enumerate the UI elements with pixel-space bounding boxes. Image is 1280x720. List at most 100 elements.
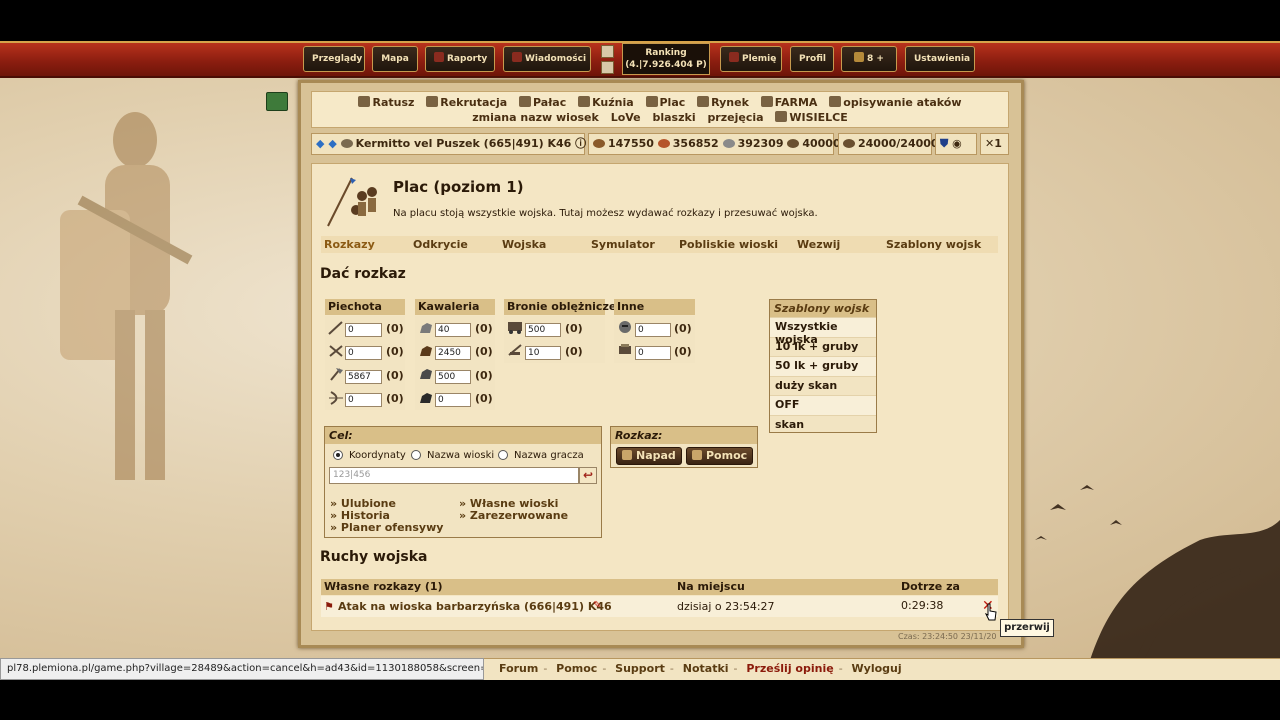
tab-rozkazy[interactable]: Rozkazy [324,238,375,251]
quick-przejecia[interactable]: przejęcia [707,111,763,124]
ram-available[interactable]: (0) [565,322,583,335]
incoming-attacks-bar[interactable]: ✕1 [980,133,1009,155]
support-button[interactable]: Pomoc [686,447,754,465]
template-item[interactable]: 50 lk + gruby [770,356,876,376]
link-offensive-planner[interactable]: » Planer ofensywy [330,521,443,534]
sword-available[interactable]: (0) [386,345,404,358]
footer-link-forum[interactable]: Forum [499,662,538,675]
info-icon[interactable]: ⓘ [575,137,586,150]
nav-przeglady-button[interactable]: Przeglądy [303,46,365,72]
paladin-input[interactable]: 0 [635,323,671,337]
village-name[interactable]: Kermitto vel Puszek [356,137,480,150]
nav-units-button[interactable]: 8 + [841,46,897,72]
scout-available[interactable]: (0) [475,322,493,335]
tab-szablony-wojsk[interactable]: Szablony wojsk [886,238,981,251]
scout-input[interactable]: 40 [435,323,471,337]
rename-icon[interactable]: ✎ [593,600,601,611]
footer-link-logout[interactable]: Wyloguj [852,662,902,675]
catapult-icon[interactable] [507,343,523,357]
footer-link-pomoc[interactable]: Pomoc [556,662,597,675]
sword-icon[interactable] [328,344,344,358]
quick-love[interactable]: LoVe [611,111,641,124]
quick-blaszki[interactable]: blaszki [652,111,695,124]
axe-input[interactable]: 5867 [345,370,382,384]
nav-ustawienia-button[interactable]: Ustawienia [905,46,975,72]
mounted-archer-available[interactable]: (0) [475,369,493,382]
footer-link-support[interactable]: Support [615,662,665,675]
quick-farma[interactable]: FARMA [760,96,817,109]
tab-symulator[interactable]: Symulator [591,238,655,251]
template-item[interactable]: duży skan [770,375,876,396]
spear-icon[interactable] [328,321,344,335]
heavy-cavalry-available[interactable]: (0) [475,392,493,405]
nav-wiadomosci-button[interactable]: Wiadomości [503,46,591,72]
heavy-cavalry-icon[interactable] [418,391,434,405]
radio-village-name[interactable] [411,450,421,460]
archer-available[interactable]: (0) [386,392,404,405]
footer-link-notatki[interactable]: Notatki [683,662,729,675]
mounted-archer-input[interactable]: 500 [435,370,471,384]
knight-icon[interactable] [617,320,633,334]
shield-icon[interactable]: ⛊ [940,137,948,150]
quick-zmiana-nazw[interactable]: zmiana nazw wiosek [472,111,599,124]
noble-icon[interactable] [617,343,633,357]
light-cavalry-available[interactable]: (0) [475,345,493,358]
catapult-available[interactable]: (0) [565,345,583,358]
movement-name[interactable]: Atak na wioska barbarzyńska (666|491) K4… [338,600,612,613]
spear-input[interactable]: 0 [345,323,382,337]
quick-palac[interactable]: Pałac [519,96,566,109]
radio-player-name[interactable] [498,450,508,460]
quick-plac[interactable]: Plac [645,96,685,109]
template-item[interactable]: 10 lk + gruby [770,336,876,357]
template-item[interactable]: Wszystkie wojska [770,317,876,346]
other-header: Inne [614,299,695,315]
quick-opisywanie[interactable]: opisywanie ataków [829,96,962,109]
nav-raporty-button[interactable]: Raporty [425,46,495,72]
template-item[interactable]: OFF [770,395,876,415]
archer-input[interactable]: 0 [345,393,382,407]
quick-wisielce[interactable]: WISIELCE [775,111,848,124]
link-reserved[interactable]: » Zarezerwowane [459,509,568,522]
axe-available[interactable]: (0) [386,369,404,382]
bow-icon[interactable] [328,391,344,405]
sword-input[interactable]: 0 [345,346,382,360]
mounted-archer-icon[interactable] [418,367,434,381]
tab-wojska[interactable]: Wojska [502,238,546,251]
catapult-input[interactable]: 10 [525,346,561,360]
heavy-cavalry-input[interactable]: 0 [435,393,471,407]
status-icons-bar: ⛊ ◉ [935,133,977,155]
ram-input[interactable]: 500 [525,323,561,337]
nav-mapa-button[interactable]: Mapa [372,46,418,72]
paladin-available[interactable]: (0) [674,322,692,335]
target-coordinates-input[interactable]: 123|456 [329,467,579,484]
target-go-button[interactable]: ↩ [579,467,597,484]
axe-icon[interactable] [328,367,344,381]
next-village-arrow-icon[interactable]: ◆ [328,137,336,150]
attack-button[interactable]: Napad [616,447,682,465]
tab-wezwij[interactable]: Wezwij [797,238,840,251]
light-cavalry-input[interactable]: 2450 [435,346,471,360]
quick-rynek[interactable]: Rynek [697,96,749,109]
side-quest-icon[interactable] [266,92,288,111]
nav-profil-button[interactable]: Profil [790,46,834,72]
spear-available[interactable]: (0) [386,322,404,335]
footer-link-feedback[interactable]: Prześlij opinię [746,662,833,675]
template-item[interactable]: skan [770,414,876,435]
tab-pobliskie-wioski[interactable]: Pobliskie wioski [679,238,778,251]
quick-kuznia[interactable]: Kuźnia [578,96,634,109]
notes-icon[interactable] [601,61,614,74]
prev-village-arrow-icon[interactable]: ◆ [316,137,324,150]
tab-odkrycie[interactable]: Odkrycie [413,238,468,251]
noble-input[interactable]: 0 [635,346,671,360]
nav-plemie-button[interactable]: Plemię [720,46,782,72]
ranking-box[interactable]: Ranking (4.|7.926.404 P) [622,43,710,75]
light-cavalry-icon[interactable] [418,344,434,358]
forum-icon[interactable] [601,45,614,58]
radio-coordinates[interactable] [333,450,343,460]
quick-ratusz[interactable]: Ratusz [358,96,414,109]
noble-available[interactable]: (0) [674,345,692,358]
quick-rekrutacja[interactable]: Rekrutacja [426,96,507,109]
ram-icon[interactable] [507,320,523,334]
scout-icon[interactable] [418,321,434,335]
knight-icon[interactable]: ◉ [952,137,962,150]
